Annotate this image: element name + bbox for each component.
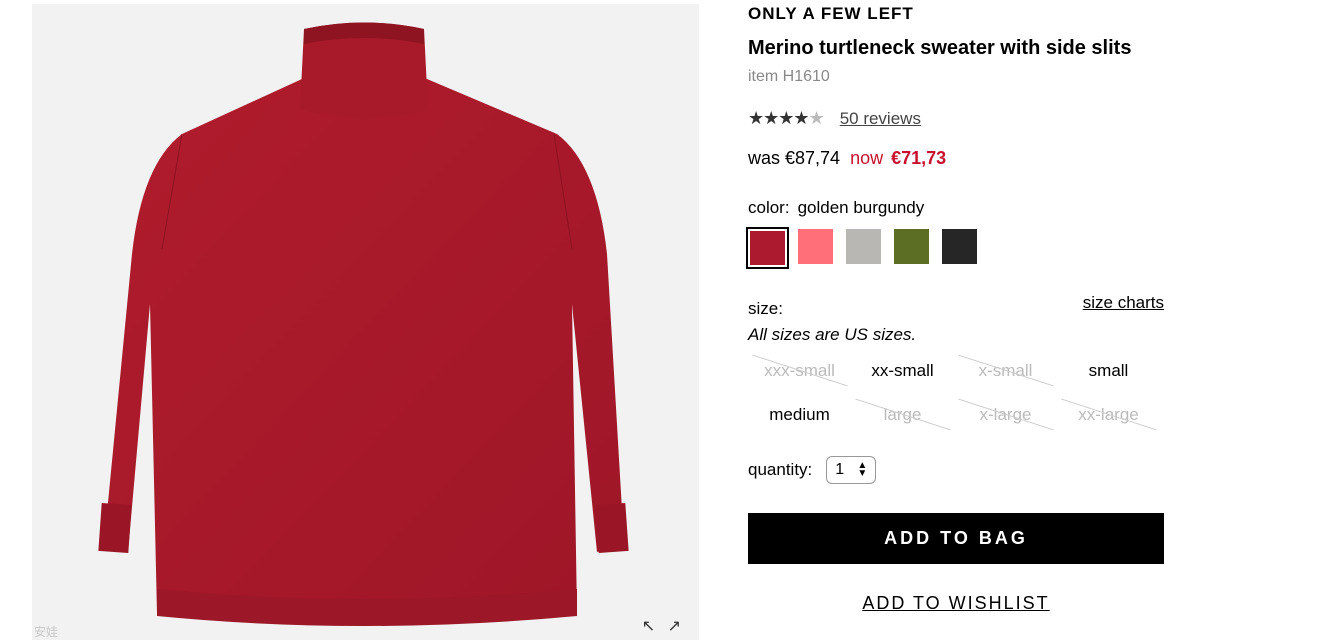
add-to-wishlist-link[interactable]: ADD TO WISHLIST bbox=[748, 593, 1164, 614]
watermark-text: 安娃 bbox=[34, 625, 59, 639]
now-label: now bbox=[850, 148, 884, 168]
star-rating-icon: ★★★★★ bbox=[748, 108, 825, 129]
color-label: color: bbox=[748, 198, 790, 217]
color-swatch[interactable] bbox=[846, 229, 881, 264]
color-swatch[interactable] bbox=[746, 227, 789, 269]
size-option[interactable]: small bbox=[1057, 352, 1160, 390]
quantity-select[interactable]: 1 ▲ ▼ bbox=[826, 456, 877, 484]
size-charts-link[interactable]: size charts bbox=[1083, 293, 1164, 313]
size-option[interactable]: medium bbox=[748, 396, 851, 434]
reviews-link[interactable]: 50 reviews bbox=[840, 109, 921, 129]
expand-icon[interactable]: ↖ ↗ bbox=[642, 616, 685, 636]
add-to-bag-button[interactable]: ADD TO BAG bbox=[748, 513, 1164, 564]
size-option[interactable]: xx-small bbox=[851, 352, 954, 390]
quantity-value: 1 bbox=[835, 461, 845, 478]
stock-badge: ONLY A FEW LEFT bbox=[748, 4, 914, 23]
stepper-arrows-icon: ▲ ▼ bbox=[857, 460, 868, 479]
color-swatch[interactable] bbox=[798, 229, 833, 264]
color-swatches bbox=[746, 227, 990, 269]
partial-star-icon: ★ bbox=[808, 108, 825, 128]
product-image bbox=[98, 22, 629, 626]
size-label: size: bbox=[748, 299, 783, 318]
rating-row: ★★★★★ 50 reviews bbox=[748, 108, 921, 129]
quantity-label: quantity: bbox=[748, 460, 813, 479]
product-title: Merino turtleneck sweater with side slit… bbox=[748, 37, 1132, 59]
quantity-row: quantity: 1 ▲ ▼ bbox=[748, 456, 877, 484]
color-label-row: color: golden burgundy bbox=[748, 198, 924, 218]
full-stars: ★★★★ bbox=[748, 108, 810, 128]
size-option[interactable]: x-large bbox=[954, 396, 1057, 434]
size-option[interactable]: x-small bbox=[954, 352, 1057, 390]
size-note: All sizes are US sizes. bbox=[748, 325, 917, 344]
color-swatch[interactable] bbox=[942, 229, 977, 264]
size-option[interactable]: xxx-small bbox=[748, 352, 851, 390]
was-price: was €87,74 bbox=[748, 148, 841, 168]
size-option[interactable]: large bbox=[851, 396, 954, 434]
price-row: was €87,74 now €71,73 bbox=[748, 148, 946, 169]
size-option[interactable]: xx-large bbox=[1057, 396, 1160, 434]
product-image-panel: ↖ ↗ 安娃 bbox=[32, 4, 699, 640]
now-price: €71,73 bbox=[891, 148, 947, 168]
size-options: xxx-small xx-small x-small small medium large… bbox=[748, 352, 1164, 434]
color-value: golden burgundy bbox=[797, 198, 925, 217]
item-code: item H1610 bbox=[748, 68, 830, 85]
color-swatch[interactable] bbox=[894, 229, 929, 264]
